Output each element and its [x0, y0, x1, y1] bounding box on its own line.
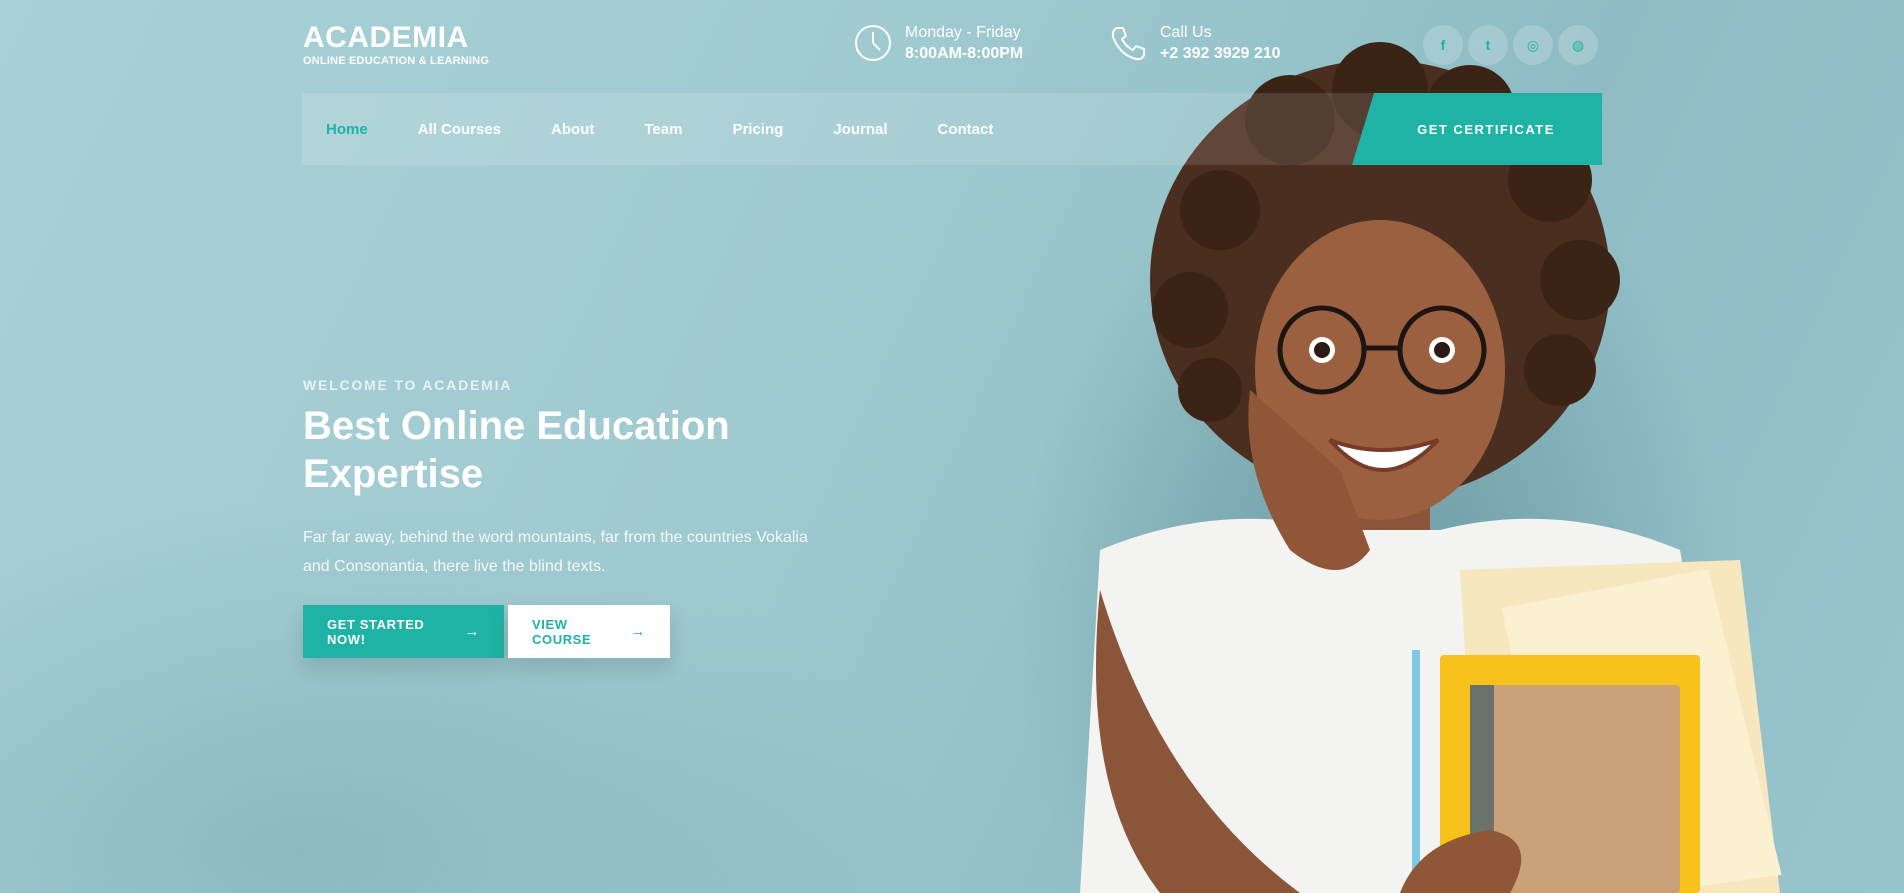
nav-about[interactable]: About	[551, 121, 594, 138]
twitter-icon[interactable]: t	[1468, 25, 1508, 65]
social-links: f t ◎ ◍	[1423, 25, 1598, 65]
logo-name: ACADEMIA	[303, 21, 469, 54]
get-started-label: GET STARTED NOW!	[327, 616, 425, 647]
get-certificate-button[interactable]: GET CERTIFICATE	[1352, 93, 1602, 165]
nav-journal[interactable]: Journal	[833, 121, 887, 138]
opening-hours: Monday - Friday 8:00AM-8:00PM	[853, 22, 1023, 64]
call-label: Call Us	[1160, 24, 1212, 41]
arrow-right-icon: →	[464, 623, 480, 640]
clock-icon	[855, 25, 891, 61]
facebook-icon[interactable]: f	[1423, 25, 1463, 65]
arrow-right-icon: →	[630, 623, 646, 640]
hero-eyebrow: WELCOME TO ACADEMIA	[303, 377, 513, 393]
hours-time: 8:00AM-8:00PM	[905, 45, 1024, 62]
site-logo[interactable]: ACADEMIA ONLINE EDUCATION & LEARNING	[303, 21, 490, 68]
nav-home[interactable]: Home	[326, 121, 368, 138]
phone-icon	[1111, 27, 1145, 61]
dribbble-icon[interactable]: ◍	[1558, 25, 1598, 65]
main-nav: Home All Courses About Team Pricing Jour…	[302, 93, 1602, 165]
hero-description: Far far away, behind the word mountains,…	[303, 529, 808, 575]
hours-days: Monday - Friday	[905, 24, 1021, 41]
nav-contact[interactable]: Contact	[938, 121, 994, 138]
call-us[interactable]: Call Us +2 392 3929 210	[1108, 22, 1281, 64]
nav-pricing[interactable]: Pricing	[732, 121, 783, 138]
view-course-button[interactable]: VIEW COURSE →	[508, 605, 670, 658]
instagram-icon[interactable]: ◎	[1513, 25, 1553, 65]
hero-headline: Best Online Education Expertise	[303, 404, 730, 496]
view-course-label: VIEW COURSE	[532, 616, 592, 647]
nav-all-courses[interactable]: All Courses	[418, 121, 501, 138]
call-number[interactable]: +2 392 3929 210	[1160, 43, 1281, 64]
logo-tagline: ONLINE EDUCATION & LEARNING	[303, 55, 490, 67]
get-started-button[interactable]: GET STARTED NOW! →	[303, 605, 504, 658]
nav-team[interactable]: Team	[644, 121, 682, 138]
